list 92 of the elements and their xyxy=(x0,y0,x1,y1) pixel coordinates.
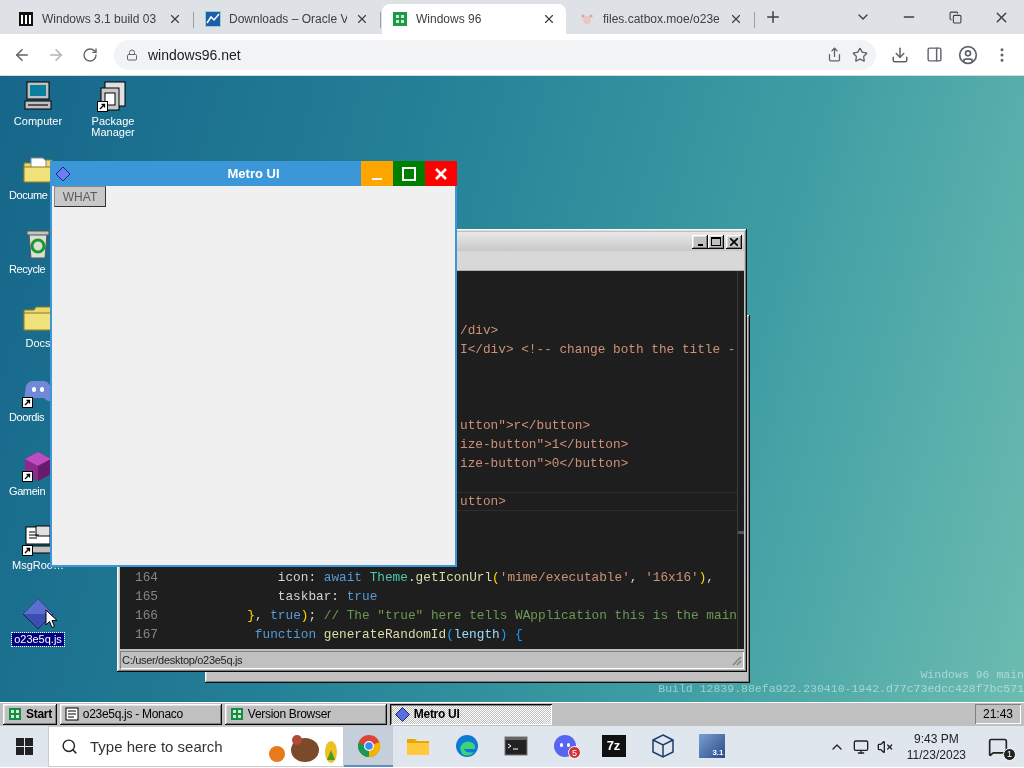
what-button[interactable]: WHAT xyxy=(54,186,106,207)
code-line: /div> xyxy=(460,323,499,338)
search-field[interactable]: Type here to search xyxy=(48,726,344,767)
clock[interactable]: 9:43 PM 11/23/2023 xyxy=(900,730,972,763)
code-line: I</div> <!-- change both the title - xyxy=(460,342,736,357)
code-line: utton">r</button> xyxy=(460,418,591,433)
line-number: 166 xyxy=(134,608,158,623)
notifications-icon[interactable] xyxy=(988,736,1008,757)
icon-label[interactable]: Doordis xyxy=(9,411,45,424)
close-icon xyxy=(434,166,448,181)
browser-tab[interactable]: files.catbox.moe/o23e xyxy=(569,4,753,34)
maximize-icon xyxy=(402,166,416,181)
minimize-icon xyxy=(697,243,703,246)
resize-grip-icon xyxy=(730,654,742,666)
icon-label[interactable]: Computer xyxy=(11,115,65,128)
icon-label[interactable]: Package Manager xyxy=(88,115,138,139)
close-icon[interactable] xyxy=(729,12,743,26)
profile-icon[interactable] xyxy=(958,44,978,65)
icon-label[interactable]: Docs xyxy=(23,337,53,350)
terminal-icon[interactable] xyxy=(503,733,528,758)
cube-icon[interactable] xyxy=(650,733,675,758)
document-icon xyxy=(64,707,79,721)
clock: 21:43 xyxy=(975,704,1021,724)
code-line: taskbar: true xyxy=(276,589,378,604)
restore-icon[interactable] xyxy=(948,10,962,24)
close-icon[interactable] xyxy=(168,12,182,26)
browser-tab[interactable]: Windows 3.1 build 03 xyxy=(8,4,192,34)
version-text: Build 12839.88efa922.230410-1942.d77c73edcc428f7bc571 xyxy=(658,682,1024,696)
muted-speaker-icon[interactable] xyxy=(876,738,893,755)
computer-icon xyxy=(22,80,54,112)
version-text: Windows 96 main xyxy=(920,668,1024,682)
chart-icon xyxy=(205,11,221,27)
cursor-icon xyxy=(45,609,58,629)
search-icon xyxy=(61,738,78,755)
maximize-icon xyxy=(711,237,721,246)
columns-icon xyxy=(18,11,34,27)
download-icon[interactable] xyxy=(891,45,909,64)
icon-label[interactable]: o23e5q.js xyxy=(12,633,64,646)
diamond-icon xyxy=(55,165,71,182)
grid-logo-icon xyxy=(229,707,244,721)
icon-label[interactable]: Docume xyxy=(9,189,48,202)
close-icon[interactable] xyxy=(542,12,556,26)
code-line: }, true); // The "true" here tells WApplication this is the main xyxy=(246,608,737,623)
shortcut-arrow-icon xyxy=(22,545,33,556)
reload-icon[interactable] xyxy=(82,46,98,63)
network-icon[interactable] xyxy=(852,738,869,755)
diamond-icon xyxy=(394,706,410,722)
start-button[interactable]: Start xyxy=(3,703,57,725)
share-icon[interactable] xyxy=(827,47,842,62)
new-tab-icon[interactable] xyxy=(764,8,782,26)
shortcut-arrow-icon xyxy=(97,101,108,112)
line-number: 165 xyxy=(134,589,158,604)
lock-icon xyxy=(126,48,138,61)
taskbar-button[interactable]: o23e5q.js - Monaco xyxy=(59,703,222,725)
taskbar-button[interactable]: Version Browser xyxy=(224,703,387,725)
line-number: 164 xyxy=(134,570,158,585)
close-icon xyxy=(730,237,738,246)
minimize-button[interactable] xyxy=(692,234,708,249)
shortcut-arrow-icon xyxy=(22,397,33,408)
notification-badge: 5 xyxy=(568,746,581,759)
virtual-machine-icon[interactable]: 3.1 xyxy=(698,733,725,758)
maximize-button[interactable] xyxy=(708,234,724,249)
notification-badge: 1 xyxy=(1003,747,1016,761)
minimize-icon xyxy=(372,177,382,180)
package-icon xyxy=(97,80,129,112)
line-number: 167 xyxy=(134,627,158,642)
grid-logo-icon xyxy=(392,11,408,27)
side-panel-icon[interactable] xyxy=(925,46,943,63)
icon-label[interactable]: Recycle xyxy=(9,263,46,276)
code-line: function generateRandomId(length) { xyxy=(253,627,523,642)
chrome-icon[interactable] xyxy=(356,733,381,758)
code-line: ize-button">0</button> xyxy=(460,456,629,471)
close-icon[interactable] xyxy=(355,12,369,26)
shortcut-arrow-icon xyxy=(22,471,33,482)
icon-label[interactable]: Gamein xyxy=(9,485,46,498)
code-line: utton> xyxy=(460,494,506,509)
star-icon[interactable] xyxy=(852,46,868,63)
folder-icon xyxy=(22,154,54,186)
close-button[interactable] xyxy=(726,234,742,249)
taskbar-button[interactable]: Metro UI xyxy=(389,703,552,725)
edge-icon[interactable] xyxy=(454,733,479,758)
address-bar[interactable]: windows96.net xyxy=(114,39,876,70)
code-line: ize-button">1</button> xyxy=(460,437,629,452)
window-title: Metro UI xyxy=(226,166,281,181)
icon-label[interactable]: MsgRoo… xyxy=(10,559,66,572)
browser-tab[interactable]: Windows 96 xyxy=(382,4,566,34)
chat-app-icon[interactable] xyxy=(552,733,577,758)
archive-app-icon[interactable]: 7z xyxy=(601,734,626,757)
code-line: icon: await Theme.getIconUrl('mime/executable', '16x16'), xyxy=(276,570,714,585)
grid-logo-icon xyxy=(8,707,22,721)
file-path: C:/user/desktop/o23e5q.js xyxy=(122,654,243,666)
windows-logo-icon[interactable] xyxy=(15,738,33,755)
